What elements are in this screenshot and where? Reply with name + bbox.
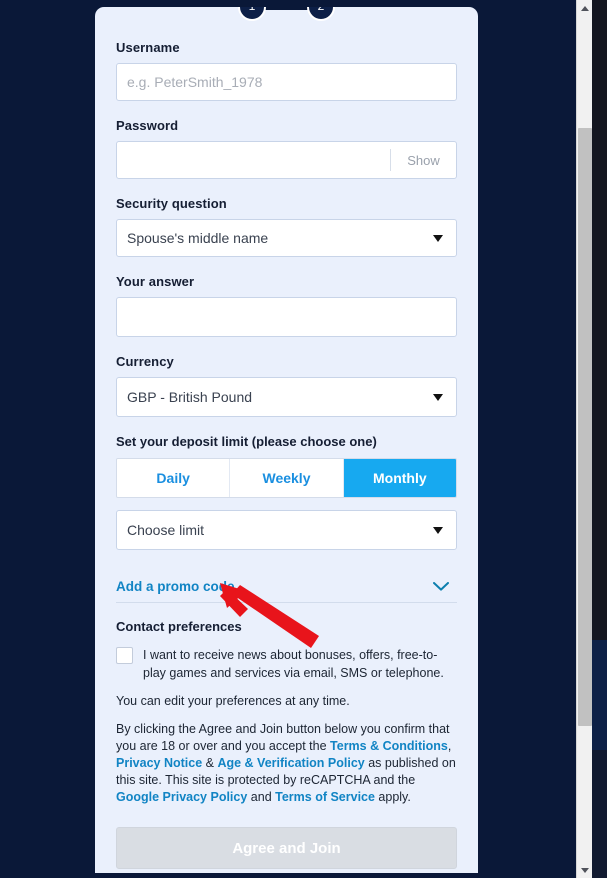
tab-daily[interactable]: Daily bbox=[117, 459, 231, 497]
promo-code-label: Add a promo code bbox=[116, 578, 235, 594]
currency-label: Currency bbox=[116, 354, 174, 369]
password-show-toggle[interactable]: Show bbox=[390, 149, 456, 171]
currency-select[interactable]: GBP - British Pound bbox=[116, 377, 457, 417]
link-terms-conditions[interactable]: Terms & Conditions bbox=[330, 739, 448, 753]
deposit-limit-label: Set your deposit limit (please choose on… bbox=[116, 434, 377, 449]
username-label: Username bbox=[116, 40, 180, 55]
scroll-up-arrow-icon bbox=[581, 5, 589, 11]
chevron-down-icon bbox=[433, 234, 443, 242]
legal-text-part5: and bbox=[247, 790, 276, 804]
page-background: 1 2 Username e.g. PeterSmith_1978 Passwo… bbox=[0, 0, 607, 878]
your-answer-group: Your answer bbox=[116, 274, 457, 337]
your-answer-input[interactable] bbox=[116, 297, 457, 337]
chevron-down-icon bbox=[433, 526, 443, 534]
legal-text-part3: & bbox=[202, 756, 218, 770]
security-question-group: Security question Spouse's middle name bbox=[116, 196, 457, 257]
password-label: Password bbox=[116, 118, 179, 133]
vertical-scrollbar[interactable] bbox=[576, 0, 592, 878]
scroll-up-button[interactable] bbox=[577, 0, 593, 16]
currency-selected-value: GBP - British Pound bbox=[127, 389, 253, 405]
tab-weekly[interactable]: Weekly bbox=[230, 459, 344, 497]
link-privacy-notice[interactable]: Privacy Notice bbox=[116, 756, 202, 770]
scrollbar-thumb[interactable] bbox=[578, 128, 592, 726]
chevron-down-icon bbox=[433, 581, 449, 591]
deposit-limit-tabs: Daily Weekly Monthly bbox=[116, 458, 457, 498]
deposit-limit-group: Set your deposit limit (please choose on… bbox=[116, 434, 457, 550]
password-field-group: Password Show bbox=[116, 118, 457, 179]
password-input[interactable]: Show bbox=[116, 141, 457, 179]
deposit-limit-selected-value: Choose limit bbox=[127, 522, 205, 538]
security-question-select[interactable]: Spouse's middle name bbox=[116, 219, 457, 257]
username-field-group: Username e.g. PeterSmith_1978 bbox=[116, 40, 457, 101]
security-question-selected-value: Spouse's middle name bbox=[127, 230, 269, 246]
promo-code-toggle[interactable]: Add a promo code bbox=[116, 570, 457, 603]
contact-preferences-title: Contact preferences bbox=[116, 619, 242, 634]
marketing-opt-in-checkbox[interactable] bbox=[116, 647, 133, 664]
marketing-opt-in-row[interactable]: I want to receive news about bonuses, of… bbox=[116, 646, 457, 682]
marketing-opt-in-label: I want to receive news about bonuses, of… bbox=[143, 648, 444, 680]
legal-disclaimer: By clicking the Agree and Join button be… bbox=[116, 721, 457, 806]
currency-group: Currency GBP - British Pound bbox=[116, 354, 457, 417]
security-question-label: Security question bbox=[116, 196, 227, 211]
agree-and-join-button[interactable]: Agree and Join bbox=[116, 827, 457, 869]
registration-card: 1 2 Username e.g. PeterSmith_1978 Passwo… bbox=[95, 7, 478, 873]
your-answer-label: Your answer bbox=[116, 274, 195, 289]
step-indicator-1[interactable]: 1 bbox=[238, 7, 266, 21]
link-terms-of-service[interactable]: Terms of Service bbox=[275, 790, 375, 804]
scroll-down-arrow-icon bbox=[581, 867, 589, 873]
username-input-placeholder: e.g. PeterSmith_1978 bbox=[127, 74, 263, 90]
deposit-limit-select[interactable]: Choose limit bbox=[116, 510, 457, 550]
legal-text-part6: apply. bbox=[374, 790, 411, 804]
legal-text-part2: , bbox=[447, 739, 452, 753]
scroll-down-button[interactable] bbox=[577, 862, 593, 878]
step-indicator-2[interactable]: 2 bbox=[307, 7, 335, 21]
username-input[interactable]: e.g. PeterSmith_1978 bbox=[116, 63, 457, 101]
chevron-down-icon bbox=[433, 393, 443, 401]
step-indicator: 1 2 bbox=[95, 7, 478, 21]
link-age-verification-policy[interactable]: Age & Verification Policy bbox=[217, 756, 364, 770]
preferences-edit-note: You can edit your preferences at any tim… bbox=[116, 694, 350, 708]
link-google-privacy-policy[interactable]: Google Privacy Policy bbox=[116, 790, 247, 804]
tab-monthly[interactable]: Monthly bbox=[343, 459, 456, 497]
